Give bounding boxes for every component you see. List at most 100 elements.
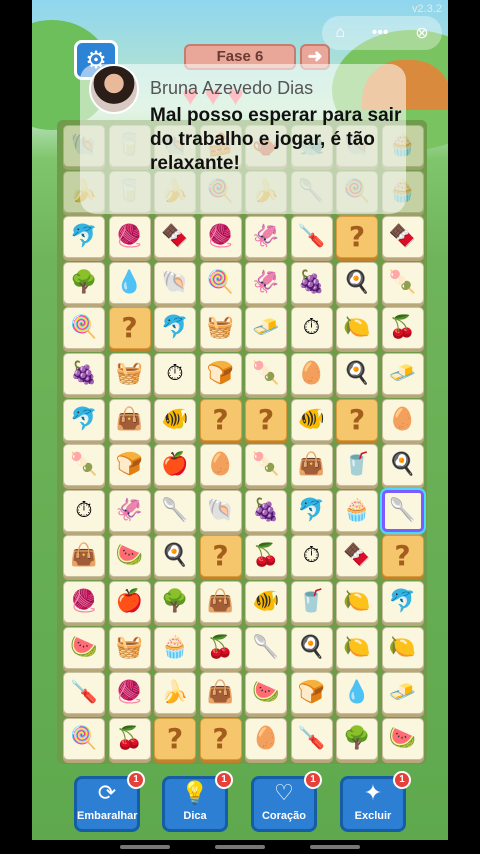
heart-button[interactable]: ♡ Coração 1 — [251, 771, 322, 832]
tile[interactable]: 🍇 — [63, 353, 105, 395]
tile[interactable]: 🐠 — [154, 398, 196, 441]
tile[interactable]: 👜 — [199, 672, 242, 715]
tile[interactable]: 🐚 — [154, 261, 196, 304]
tile[interactable]: 🧈 — [381, 353, 424, 395]
tile[interactable]: 🍳 — [381, 444, 424, 487]
tile[interactable]: 🍞 — [199, 353, 242, 395]
tile[interactable]: 🍳 — [336, 353, 378, 395]
tile[interactable]: 🥚 — [381, 398, 424, 441]
tile[interactable]: 🌳 — [154, 581, 196, 623]
tile[interactable]: 🐠 — [290, 398, 333, 441]
remove-button[interactable]: ✦ Excluir 1 — [340, 771, 411, 832]
tile[interactable]: 🍌 — [154, 672, 196, 715]
tile[interactable]: 👜 — [290, 444, 333, 487]
tile[interactable]: 👜 — [199, 581, 242, 623]
tile[interactable]: 🥄 — [154, 489, 196, 532]
tile[interactable]: 🍡 — [245, 353, 287, 395]
tile[interactable]: 💧 — [108, 261, 151, 304]
mystery-tile[interactable]: ? — [199, 717, 242, 760]
tile[interactable]: 🌳 — [336, 717, 378, 760]
tile[interactable]: 🍎 — [154, 444, 196, 487]
tile[interactable]: 🍉 — [245, 672, 287, 715]
tile[interactable]: 🌳 — [63, 261, 105, 304]
tile[interactable]: 🥄 — [245, 626, 287, 669]
tile[interactable]: 🥚 — [290, 353, 333, 395]
tile[interactable]: 🍉 — [108, 535, 151, 578]
tile[interactable]: 🍭 — [199, 261, 242, 304]
tile[interactable]: 🧶 — [63, 581, 105, 623]
tile[interactable]: 🧈 — [245, 307, 287, 350]
tile[interactable]: 🧈 — [381, 672, 424, 715]
tile[interactable]: 🍋 — [381, 626, 424, 669]
tile[interactable]: 👜 — [63, 535, 105, 578]
tile[interactable]: 🍒 — [108, 717, 151, 760]
tile[interactable]: 🍒 — [199, 626, 242, 669]
tile[interactable]: 🧶 — [108, 216, 151, 259]
tile[interactable]: ⏱ — [154, 353, 196, 395]
tile[interactable]: 🐬 — [154, 307, 196, 350]
tile[interactable]: 🐠 — [245, 581, 287, 623]
tile[interactable]: 🧺 — [108, 626, 151, 669]
tile[interactable]: 🐬 — [290, 489, 333, 532]
tile[interactable]: 🍉 — [63, 626, 105, 669]
tile[interactable]: 🥤 — [336, 444, 378, 487]
tile[interactable]: 🧶 — [199, 216, 242, 259]
tile[interactable]: 🧺 — [199, 307, 242, 350]
tile[interactable]: 🦑 — [245, 216, 287, 259]
tile[interactable]: 🍡 — [245, 444, 287, 487]
tile[interactable]: 🍭 — [63, 717, 105, 760]
tile[interactable]: 🥤 — [290, 581, 333, 623]
tile[interactable]: 🍇 — [290, 261, 333, 304]
tile[interactable]: 🥚 — [199, 444, 242, 487]
mystery-tile[interactable]: ? — [199, 535, 242, 578]
tile[interactable]: 🍒 — [245, 535, 287, 578]
tile[interactable]: 👜 — [108, 398, 151, 441]
tile[interactable]: 🍇 — [245, 489, 287, 532]
tile[interactable]: 🍎 — [108, 581, 151, 623]
tile[interactable]: 💧 — [336, 672, 378, 715]
close-icon[interactable]: ⊗ — [415, 23, 428, 43]
tile[interactable]: 🐚 — [199, 489, 242, 532]
tile[interactable]: 🍒 — [381, 307, 424, 350]
tile[interactable]: 🦑 — [245, 261, 287, 304]
tile[interactable]: 🍞 — [290, 672, 333, 715]
tile[interactable]: 🥄 — [381, 489, 424, 532]
tile[interactable]: 🐬 — [63, 398, 105, 441]
tile[interactable]: 🪛 — [63, 672, 105, 715]
mystery-tile[interactable]: ? — [108, 307, 151, 350]
tile[interactable]: 🐬 — [63, 216, 105, 259]
tile[interactable]: 🧶 — [108, 672, 151, 715]
tile[interactable]: 🍳 — [336, 261, 378, 304]
tile[interactable]: 🍋 — [336, 626, 378, 669]
tile[interactable]: 🪛 — [290, 216, 333, 259]
tile[interactable]: 🍉 — [381, 717, 424, 760]
tile[interactable]: 🍡 — [381, 261, 424, 304]
more-icon[interactable]: ••• — [372, 24, 389, 42]
shuffle-button[interactable]: ⟳ Embaralhar 1 — [74, 771, 145, 832]
tile[interactable]: 🍫 — [336, 535, 378, 578]
tile[interactable]: 🧺 — [108, 353, 151, 395]
tile[interactable]: 🥚 — [245, 717, 287, 760]
mystery-tile[interactable]: ? — [154, 717, 196, 760]
tile[interactable]: 🦑 — [108, 489, 151, 532]
mystery-tile[interactable]: ? — [336, 398, 378, 441]
tile[interactable]: 🍡 — [63, 444, 105, 487]
hint-button[interactable]: 💡 Dica 1 — [162, 771, 233, 832]
tile[interactable]: 🍳 — [290, 626, 333, 669]
tile[interactable]: 🐬 — [381, 581, 424, 623]
tile[interactable]: 🍳 — [154, 535, 196, 578]
tile[interactable]: 🍋 — [336, 307, 378, 350]
tile[interactable]: 🍭 — [63, 307, 105, 350]
tile[interactable]: 🍫 — [381, 216, 424, 259]
tile[interactable]: 🪛 — [290, 717, 333, 760]
tile[interactable]: 🍞 — [108, 444, 151, 487]
tile[interactable]: 🧁 — [336, 489, 378, 532]
mystery-tile[interactable]: ? — [381, 535, 424, 578]
mystery-tile[interactable]: ? — [245, 398, 287, 441]
tile[interactable]: ⏱ — [290, 535, 333, 578]
tile[interactable]: 🍋 — [336, 581, 378, 623]
mystery-tile[interactable]: ? — [199, 398, 242, 441]
tile[interactable]: 🍫 — [154, 216, 196, 259]
tile[interactable]: ⏱ — [290, 307, 333, 350]
tile[interactable]: 🧁 — [154, 626, 196, 669]
